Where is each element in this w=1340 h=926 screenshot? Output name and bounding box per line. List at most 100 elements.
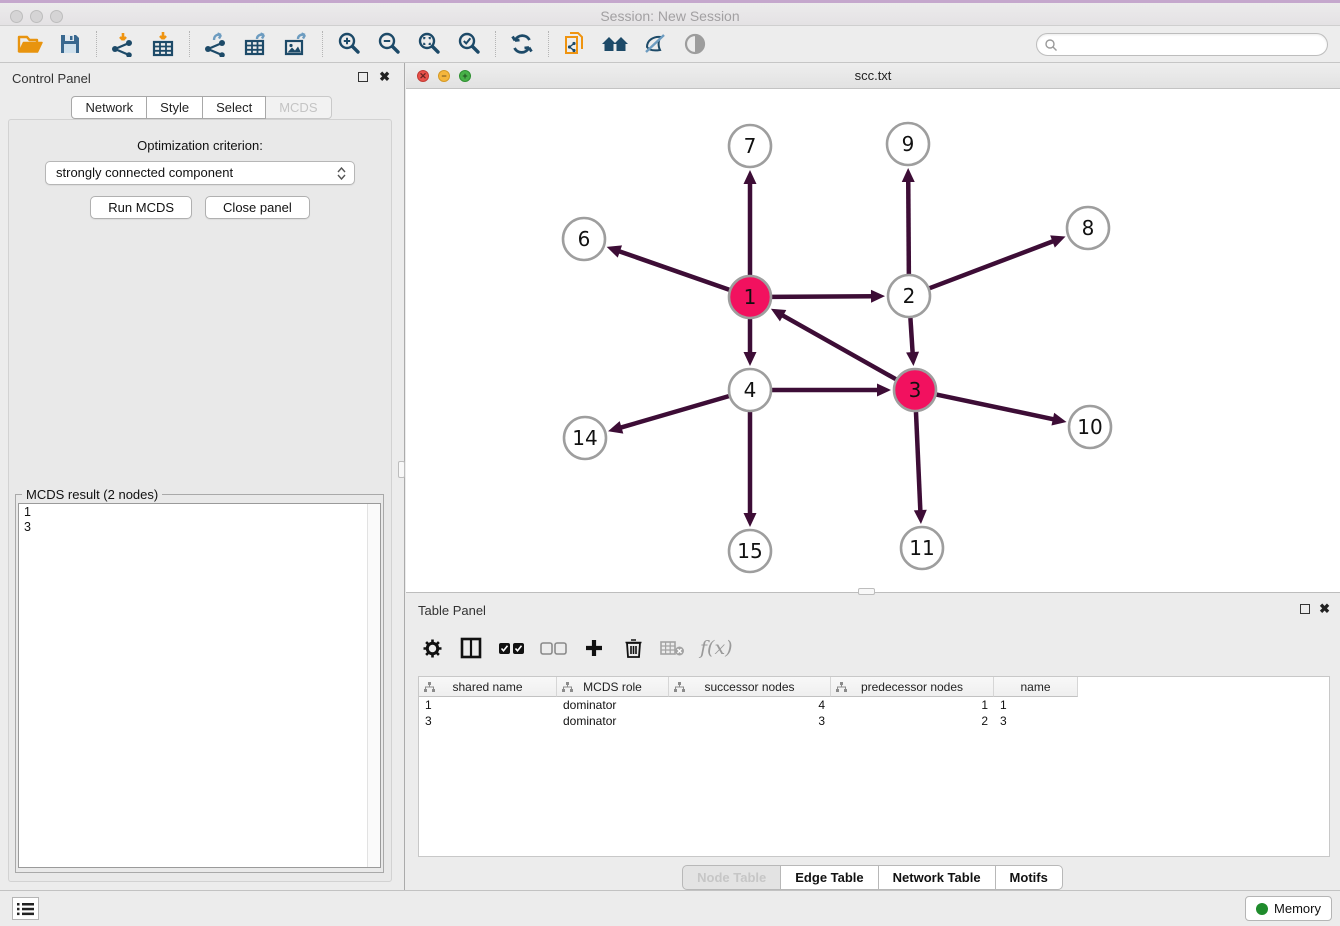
graph-edge-2-8[interactable]	[930, 241, 1055, 288]
deselect-all-columns-button[interactable]	[540, 634, 567, 662]
table-cell[interactable]: 1	[831, 697, 994, 713]
hide-annotations-icon	[642, 31, 668, 57]
graph-edge-2-3[interactable]	[910, 318, 912, 354]
control-panel-title: Control Panel	[12, 71, 91, 86]
home-neighbors-icon	[600, 32, 630, 56]
tab-network[interactable]: Network	[71, 96, 147, 119]
result-scrollbar[interactable]	[367, 504, 380, 867]
table-panel-header: Table Panel ✖	[406, 595, 1340, 625]
import-table-button[interactable]	[143, 28, 183, 60]
node-table-body: 1dominator4113dominator323	[419, 697, 1329, 729]
graph-node-label: 7	[744, 134, 757, 158]
zoom-out-icon	[376, 31, 402, 57]
table-cell[interactable]: 1	[994, 697, 1078, 713]
open-session-button[interactable]	[10, 28, 50, 60]
column-header-successor-nodes[interactable]: successor nodes	[669, 677, 831, 697]
window-title: Session: New Session	[0, 8, 1340, 24]
graph-node-label: 9	[902, 132, 915, 156]
add-column-button[interactable]	[582, 634, 606, 662]
table-cell[interactable]: 1	[419, 697, 557, 713]
table-cell[interactable]: dominator	[557, 713, 669, 729]
search-input[interactable]	[1058, 36, 1327, 54]
tab-node-table[interactable]: Node Table	[682, 865, 781, 890]
graph-edge-3-11[interactable]	[916, 412, 920, 512]
delete-button[interactable]	[621, 634, 645, 662]
run-mcds-button[interactable]: Run MCDS	[90, 196, 192, 219]
task-history-button[interactable]	[12, 897, 39, 920]
column-header-predecessor-nodes[interactable]: predecessor nodes	[831, 677, 994, 697]
close-panel-button[interactable]: Close panel	[205, 196, 310, 219]
search-icon	[1044, 38, 1058, 52]
copy-network-button[interactable]	[555, 28, 595, 60]
network-canvas[interactable]: 1234678910111415	[406, 89, 1340, 592]
float-panel-icon[interactable]	[358, 72, 368, 82]
column-layout-button[interactable]	[459, 634, 483, 662]
graph-edge-arrowhead	[1050, 235, 1065, 247]
graph-edge-3-1[interactable]	[781, 315, 895, 380]
import-network-button[interactable]	[103, 28, 143, 60]
graph-edge-4-14[interactable]	[620, 396, 729, 428]
hide-annotations-button[interactable]	[635, 28, 675, 60]
zoom-selected-button[interactable]	[449, 28, 489, 60]
search-box[interactable]	[1036, 33, 1328, 56]
table-row[interactable]: 1dominator411	[419, 697, 1329, 713]
column-layout-icon	[460, 637, 482, 659]
zoom-out-button[interactable]	[369, 28, 409, 60]
graph-edge-2-9[interactable]	[908, 180, 909, 274]
deselect-all-icon	[540, 642, 567, 655]
refresh-layout-button[interactable]	[502, 28, 542, 60]
float-table-panel-icon[interactable]	[1300, 604, 1310, 614]
graph-edge-1-2[interactable]	[772, 296, 873, 297]
table-cell[interactable]: 2	[831, 713, 994, 729]
export-table-button[interactable]	[236, 28, 276, 60]
delete-table-button[interactable]	[660, 634, 685, 662]
criterion-select[interactable]: strongly connected component	[45, 161, 355, 185]
column-header-shared-name[interactable]: shared name	[419, 677, 557, 697]
graph-edge-3-10[interactable]	[937, 395, 1055, 420]
table-row[interactable]: 3dominator323	[419, 713, 1329, 729]
vertical-splitter-grip[interactable]	[398, 461, 405, 478]
network-view-window: ✕ − + scc.txt 1234678910111415	[406, 63, 1340, 592]
tab-select[interactable]: Select	[202, 96, 266, 119]
tab-edge-table[interactable]: Edge Table	[780, 865, 878, 890]
import-table-icon	[150, 31, 176, 57]
tab-mcds[interactable]: MCDS	[265, 96, 331, 119]
zoom-in-button[interactable]	[329, 28, 369, 60]
table-cell[interactable]: dominator	[557, 697, 669, 713]
export-image-button[interactable]	[276, 28, 316, 60]
table-tabs: Node Table Edge Table Network Table Moti…	[406, 865, 1340, 890]
hierarchy-icon	[836, 682, 847, 692]
show-graphics-button[interactable]	[675, 28, 715, 60]
export-network-button[interactable]	[196, 28, 236, 60]
column-header-mcds-role[interactable]: MCDS role	[557, 677, 669, 697]
tab-network-table[interactable]: Network Table	[878, 865, 996, 890]
table-cell[interactable]: 4	[669, 697, 831, 713]
gear-button[interactable]	[420, 634, 444, 662]
graph-edge-arrowhead	[744, 170, 757, 184]
graph-node-label: 2	[903, 284, 916, 308]
select-all-columns-button[interactable]	[498, 634, 525, 662]
horizontal-splitter-grip[interactable]	[858, 588, 875, 595]
column-header-name[interactable]: name	[994, 677, 1078, 697]
tab-style[interactable]: Style	[146, 96, 203, 119]
mcds-result-legend: MCDS result (2 nodes)	[22, 487, 162, 502]
mcds-result-line: 3	[19, 519, 380, 534]
save-session-button[interactable]	[50, 28, 90, 60]
mcds-result-list[interactable]: 13	[18, 503, 381, 868]
graph-edge-arrowhead	[902, 168, 915, 182]
hierarchy-icon	[424, 682, 435, 692]
graph-node-label: 4	[744, 378, 757, 402]
table-cell[interactable]: 3	[669, 713, 831, 729]
close-panel-icon[interactable]: ✖	[379, 69, 390, 85]
home-neighbors-button[interactable]	[595, 28, 635, 60]
table-cell[interactable]: 3	[994, 713, 1078, 729]
graph-edge-1-6[interactable]	[618, 251, 729, 290]
memory-button[interactable]: Memory	[1245, 896, 1332, 921]
mcds-result-line: 1	[19, 504, 380, 519]
graph-edge-arrowhead	[871, 290, 885, 303]
zoom-fit-button[interactable]	[409, 28, 449, 60]
tab-motifs[interactable]: Motifs	[995, 865, 1063, 890]
close-table-panel-icon[interactable]: ✖	[1319, 601, 1330, 617]
table-cell[interactable]: 3	[419, 713, 557, 729]
function-builder-button[interactable]: f(x)	[700, 634, 733, 662]
